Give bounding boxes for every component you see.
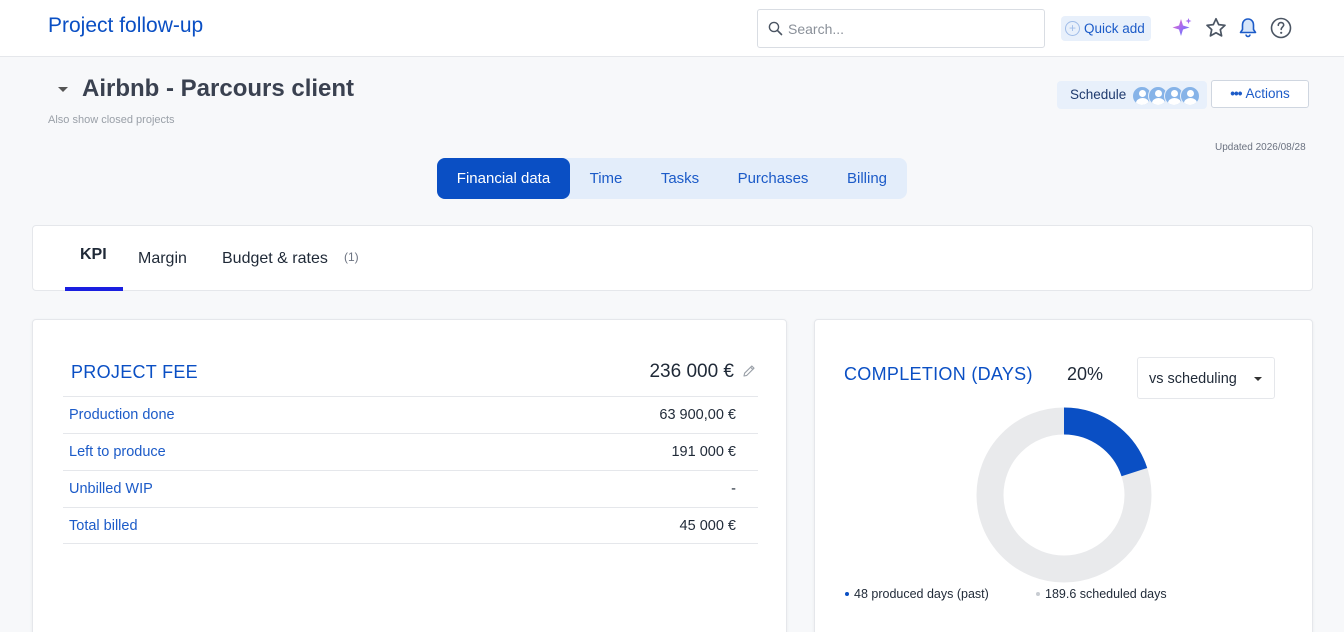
show-closed-projects-link[interactable]: Also show closed projects — [48, 114, 175, 126]
actions-button[interactable]: ••• Actions — [1211, 80, 1309, 108]
sub-tabs: KPI Margin Budget & rates (1) — [32, 225, 1313, 291]
production-done-link[interactable]: Production done — [69, 407, 175, 423]
top-bar: Project follow-up + Quick add — [0, 0, 1344, 57]
tab-purchases[interactable]: Purchases — [727, 158, 819, 199]
subtab-margin[interactable]: Margin — [138, 250, 187, 268]
quick-add-button[interactable]: + Quick add — [1061, 16, 1151, 41]
search-input[interactable] — [788, 18, 1028, 40]
tab-time[interactable]: Time — [577, 158, 635, 199]
project-fee-rows: Production done 63 900,00 € Left to prod… — [63, 396, 758, 544]
total-billed-value: 45 000 € — [679, 518, 736, 534]
legend-produced-label: 48 produced days (past) — [854, 587, 989, 601]
app-title: Project follow-up — [48, 14, 204, 37]
completion-title: COMPLETION (DAYS) — [844, 364, 1033, 384]
tab-financial-data[interactable]: Financial data — [437, 158, 570, 199]
pencil-icon[interactable] — [742, 364, 756, 378]
table-row: Total billed 45 000 € — [63, 507, 758, 544]
completion-percent: 20% — [1067, 364, 1104, 384]
project-fee-card: PROJECT FEE 236 000 € Production done 63… — [32, 319, 787, 632]
unbilled-wip-link[interactable]: Unbilled WIP — [69, 481, 153, 497]
project-fee-title: PROJECT FEE — [71, 362, 198, 382]
project-fee-total: 236 000 € — [649, 361, 734, 382]
avatar — [1180, 86, 1200, 106]
tab-tasks[interactable]: Tasks — [649, 158, 711, 199]
project-caret-down-icon[interactable] — [58, 87, 68, 92]
left-to-produce-link[interactable]: Left to produce — [69, 444, 166, 460]
subtab-budget-rates[interactable]: Budget & rates — [222, 250, 328, 268]
budget-rates-count: (1) — [344, 250, 359, 264]
legend-dot — [845, 592, 849, 596]
search-icon — [768, 21, 783, 36]
legend-dot — [1036, 592, 1040, 596]
tab-billing[interactable]: Billing — [835, 158, 899, 199]
completion-card: COMPLETION (DAYS) 20% vs scheduling 48 p… — [814, 319, 1313, 632]
legend-scheduled-label: 189.6 scheduled days — [1045, 587, 1167, 601]
project-title[interactable]: Airbnb - Parcours client — [82, 75, 354, 103]
quick-add-label: Quick add — [1084, 21, 1145, 36]
bell-icon[interactable] — [1236, 16, 1260, 40]
plus-icon: + — [1065, 21, 1080, 36]
help-icon[interactable] — [1269, 16, 1293, 40]
schedule-button[interactable]: Schedule — [1057, 81, 1207, 109]
total-billed-link[interactable]: Total billed — [69, 518, 138, 534]
more-dots-icon: ••• — [1230, 86, 1242, 101]
chevron-down-icon — [1254, 377, 1262, 381]
schedule-label: Schedule — [1070, 87, 1127, 102]
donut-progress-arc — [1063, 407, 1148, 477]
sparkle-icon[interactable] — [1170, 16, 1194, 40]
comparison-select[interactable]: vs scheduling — [1137, 357, 1275, 399]
completion-donut-chart — [976, 407, 1152, 583]
table-row: Unbilled WIP - — [63, 470, 758, 507]
star-icon[interactable] — [1204, 16, 1228, 40]
actions-label: Actions — [1245, 86, 1290, 101]
table-row: Left to produce 191 000 € — [63, 433, 758, 470]
production-done-value: 63 900,00 € — [659, 407, 736, 423]
left-to-produce-value: 191 000 € — [671, 444, 736, 460]
legend-produced: 48 produced days (past) — [845, 587, 989, 601]
active-tab-indicator — [65, 287, 123, 291]
updated-date: Updated 2026/08/28 — [1215, 142, 1306, 153]
legend-scheduled: 189.6 scheduled days — [1036, 587, 1167, 601]
table-row: Production done 63 900,00 € — [63, 396, 758, 433]
subtab-kpi[interactable]: KPI — [80, 246, 107, 264]
comparison-select-value: vs scheduling — [1149, 371, 1237, 387]
search-box[interactable] — [757, 9, 1045, 48]
main-tabs: Financial data Time Tasks Purchases Bill… — [437, 158, 907, 199]
unbilled-wip-value: - — [731, 481, 736, 497]
